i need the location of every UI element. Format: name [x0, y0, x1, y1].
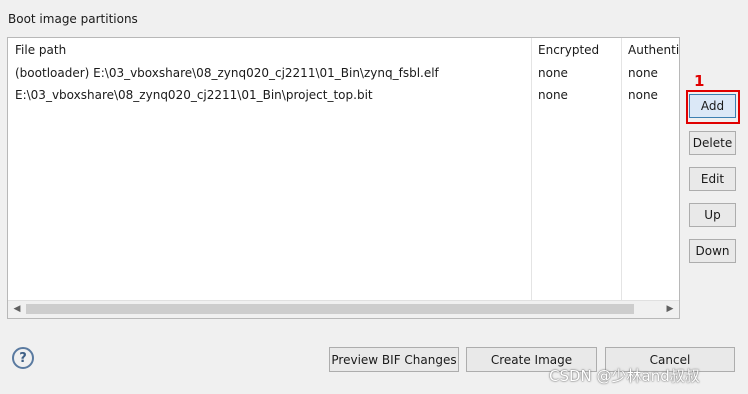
column-header-file-path[interactable]: File path	[15, 43, 66, 57]
column-header-authentication[interactable]: Authentic	[628, 43, 679, 57]
annotation-marker: 1	[694, 72, 705, 90]
column-divider[interactable]	[621, 38, 622, 303]
watermark: CSDN @少林and叔叔	[549, 367, 700, 385]
down-button[interactable]: Down	[689, 239, 736, 263]
cell-file-path: (bootloader) E:\03_vboxshare\08_zynq020_…	[15, 66, 439, 80]
help-icon[interactable]: ?	[12, 347, 34, 369]
delete-button[interactable]: Delete	[689, 131, 736, 155]
cell-file-path: E:\03_vboxshare\08_zynq020_cj2211\01_Bin…	[15, 88, 373, 102]
horizontal-scrollbar[interactable]: ◀ ▶	[8, 300, 679, 318]
cell-encrypted: none	[538, 88, 568, 102]
up-button[interactable]: Up	[689, 203, 736, 227]
cell-authentication: none	[628, 88, 658, 102]
cell-encrypted: none	[538, 66, 568, 80]
add-button[interactable]: Add	[689, 94, 736, 118]
column-header-encrypted[interactable]: Encrypted	[538, 43, 599, 57]
scroll-right-icon[interactable]: ▶	[663, 303, 677, 315]
scrollbar-thumb[interactable]	[26, 304, 634, 314]
partitions-table[interactable]: File path Encrypted Authentic (bootloade…	[7, 37, 680, 319]
scroll-left-icon[interactable]: ◀	[10, 303, 24, 315]
cell-authentication: none	[628, 66, 658, 80]
preview-bif-changes-button[interactable]: Preview BIF Changes	[329, 347, 459, 372]
section-title: Boot image partitions	[8, 12, 138, 26]
column-divider[interactable]	[531, 38, 532, 303]
edit-button[interactable]: Edit	[689, 167, 736, 191]
